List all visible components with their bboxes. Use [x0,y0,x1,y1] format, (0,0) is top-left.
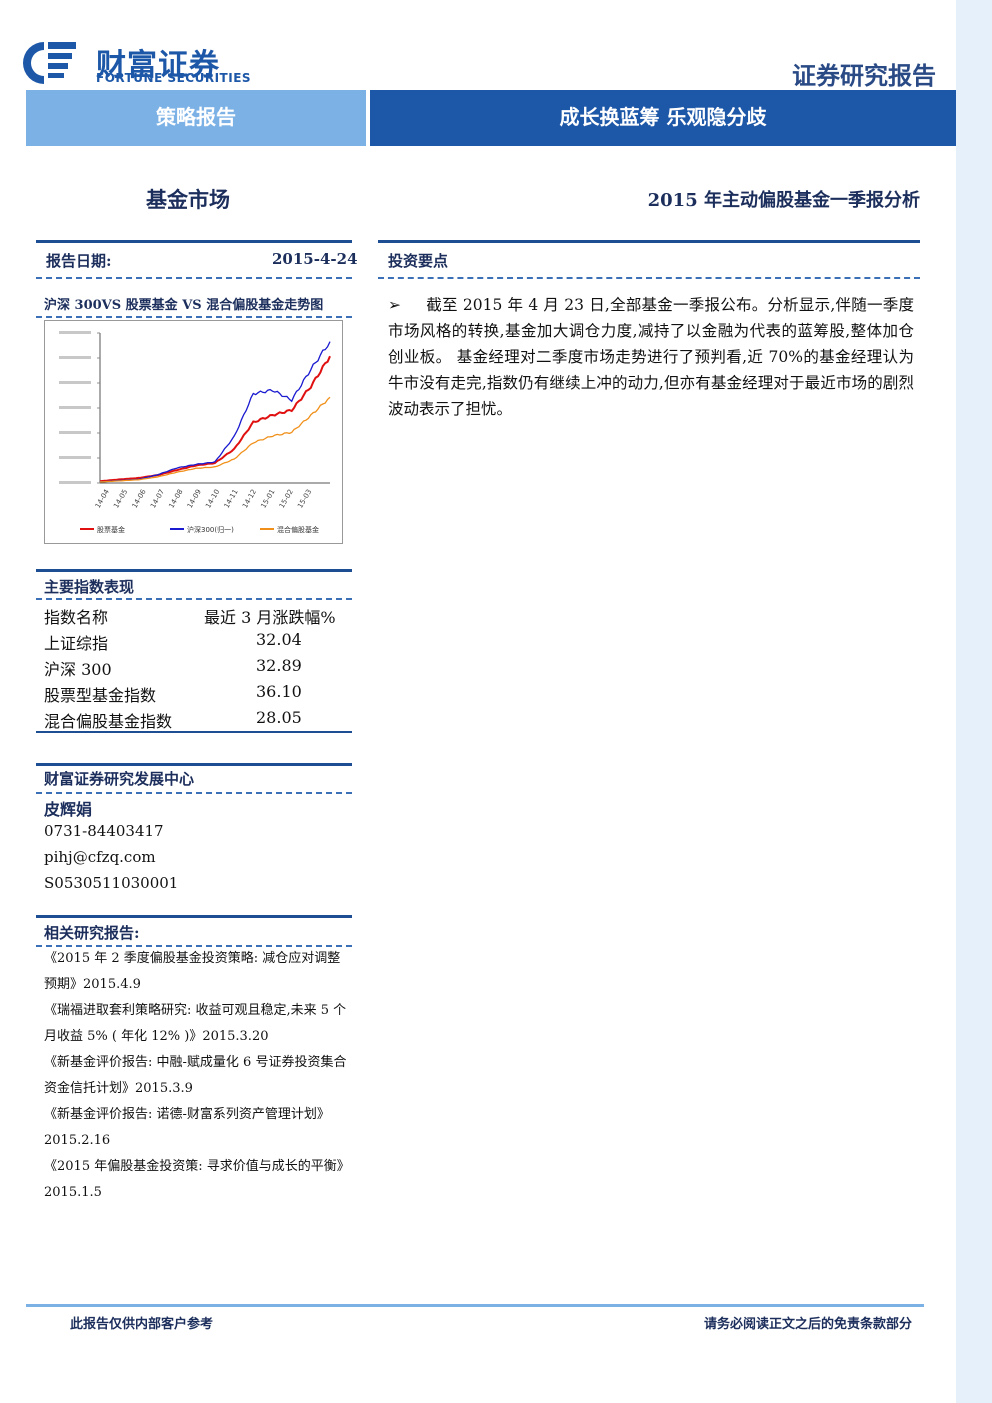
index-change: 32.04 [256,630,302,649]
footer-disclaimer-right: 请务必阅读正文之后的免责条款部分 [703,1317,912,1332]
y-tick-label-blur [59,481,91,484]
y-tick-label-blur [59,381,91,384]
x-tick-label: 14-12 [241,488,258,510]
right-edge-strip [956,0,992,1403]
index-top-rule [36,569,352,572]
index-change: 36.10 [256,682,302,701]
report-date-value: 2015-4-24 [272,250,358,268]
sector-title: 基金市场 [146,187,230,212]
fortune-logo-icon [23,42,76,84]
title-banner: 策略报告 成长换蓝筹 乐观隐分歧 [26,90,956,146]
series-line [99,396,331,483]
x-tick-label: 14-05 [112,488,129,510]
date-bottom-dash [36,277,352,279]
index-change: 32.89 [256,656,302,675]
research-dept: 财富证券研究发展中心 [44,770,195,788]
contact-top-rule [36,763,352,766]
related-top-rule [36,915,352,918]
series-line [99,355,331,483]
report-date-label: 报告日期: [46,252,112,270]
col-index-name: 指数名称 [44,608,109,627]
trend-chart-svg: 14-04 14-05 14-06 14-07 14-08 14-09 14-10 14-11… [59,331,331,534]
related-report-item[interactable]: 《新基金评价报告: 中融-赋成量化 6 号证券投资集合资金信托计划》2015.3… [44,1050,350,1102]
chart-title: 沪深 300VS 股票基金 VS 混合偏股基金走势图 [44,298,324,313]
related-title: 相关研究报告: [44,924,140,942]
chart-title-dash [36,316,352,318]
x-tick-label: 14-06 [131,488,148,510]
legend-label: 混合偏股基金 [277,525,319,534]
x-tick-label: 14-11 [223,488,240,510]
contact-dash [36,792,352,794]
index-name: 沪深 300 [44,660,112,679]
y-tick-label-blur [59,406,91,409]
banner-headline: 成长换蓝筹 乐观隐分歧 [370,90,956,146]
report-title: 2015 年主动偏股基金一季报分析 [647,190,920,211]
footer-disclaimer-left: 此报告仅供内部客户参考 [70,1317,214,1332]
x-tick-label: 14-09 [186,488,203,510]
index-name: 股票型基金指数 [44,686,157,705]
index-name: 混合偏股基金指数 [44,712,173,731]
keypoints-dash [378,277,920,279]
trend-chart: 14-04 14-05 14-06 14-07 14-08 14-09 14-10 14-11… [44,320,343,544]
y-tick-label-blur [59,431,91,434]
index-table-title: 主要指数表现 [44,578,135,596]
key-points-paragraph: ➢ 截至 2015 年 4 月 23 日,全部基金一季报公布。分析显示,伴随一季度… [388,292,914,422]
index-title-dash [36,598,352,600]
footer-rule [26,1304,924,1307]
related-report-list: 《2015 年 2 季度偏股基金投资策略: 减仓应对调整预期》2015.4.9 《… [44,946,350,1206]
analyst-name: 皮辉娟 [44,800,93,819]
analyst-email[interactable]: pihj@cfzq.com [44,848,156,866]
document-type: 证券研究报告 [792,61,936,90]
banner-category: 策略报告 [26,90,366,146]
related-report-item[interactable]: 《瑞福进取套利策略研究: 收益可观且稳定,未来 5 个月收益 5% ( 年化 1… [44,998,350,1050]
index-change: 28.05 [256,708,302,727]
related-report-item[interactable]: 《2015 年 2 季度偏股基金投资策略: 减仓应对调整预期》2015.4.9 [44,946,350,998]
date-top-rule [36,240,352,243]
analyst-phone: 0731-84403417 [44,822,164,840]
bullet-icon: ➢ [388,296,401,314]
related-report-item[interactable]: 《2015 年偏股基金投资策: 寻求价值与成长的平衡》2015.1.5 [44,1154,350,1206]
legend-label: 沪深300(归一) [187,525,234,534]
x-tick-label: 15-02 [278,488,295,510]
x-tick-label: 14-07 [149,488,166,510]
legend-label: 股票基金 [97,525,125,534]
x-tick-label: 15-01 [259,488,276,510]
company-name-en: FORTUNE SECURITIES [96,71,252,85]
series-line [99,341,331,483]
y-tick-label-blur [59,331,91,334]
x-tick-label: 14-04 [94,488,111,510]
index-bottom-rule [36,731,352,733]
keypoints-top-rule [378,240,920,243]
index-name: 上证综指 [44,634,109,653]
y-tick-label-blur [59,356,91,359]
y-tick-label-blur [59,456,91,459]
x-tick-label: 14-10 [204,488,221,510]
key-points-title: 投资要点 [388,252,449,270]
related-report-item[interactable]: 《新基金评价报告: 诺德-财富系列资产管理计划》2015.2.16 [44,1102,350,1154]
analyst-license: S0530511030001 [44,874,179,892]
x-tick-label: 15-03 [296,488,313,510]
col-change-pct: 最近 3 月涨跌幅% [204,608,336,627]
key-points-text: 截至 2015 年 4 月 23 日,全部基金一季报公布。分析显示,伴随一季度市… [388,296,914,418]
x-tick-label: 14-08 [167,488,184,510]
